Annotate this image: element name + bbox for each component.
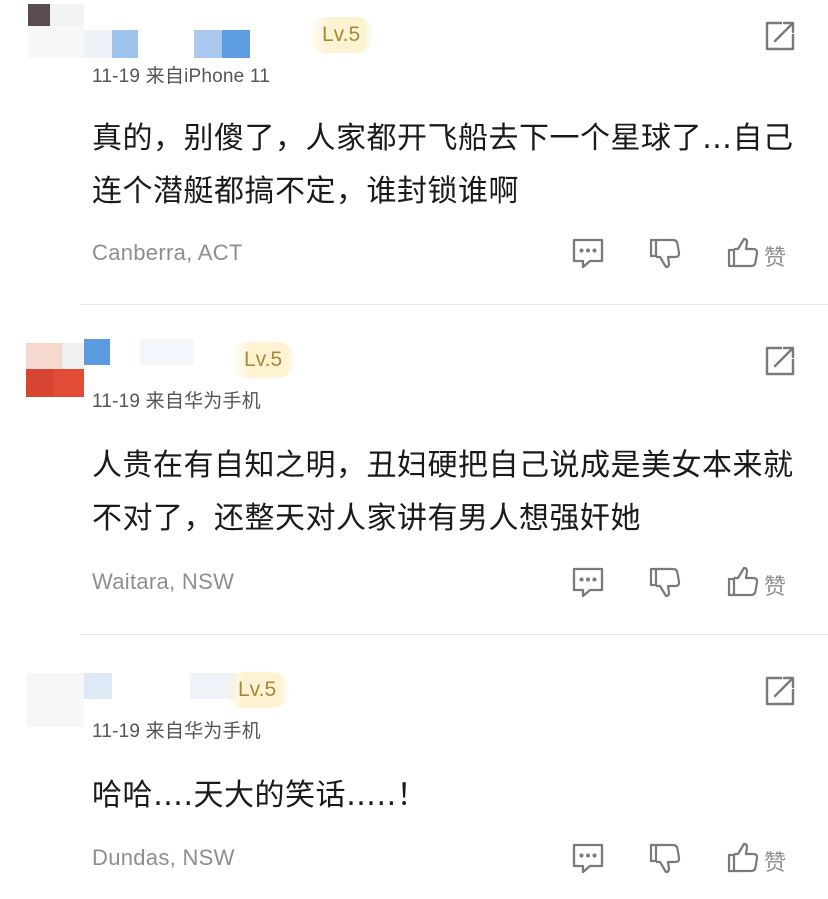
reply-button[interactable] [570, 236, 606, 270]
dislike-button[interactable] [648, 841, 682, 875]
comment-meta: 11-19 来自华为手机 [92, 721, 261, 742]
comment-location: Canberra, ACT [92, 240, 243, 265]
thumbs-up-icon [727, 842, 759, 873]
thumbs-down-icon [649, 567, 681, 598]
like-button[interactable]: 赞 [726, 236, 790, 271]
comment-text: 真的，别傻了，人家都开飞船去下一个星球了…自己连个潜艇都搞不定，谁封锁谁啊 [92, 121, 794, 209]
comment-location: Waitara, NSW [92, 569, 235, 594]
like-button[interactable]: 赞 [726, 565, 790, 600]
comment-icon [572, 567, 604, 598]
share-icon[interactable] [762, 343, 798, 379]
thumbs-up-icon [727, 237, 759, 268]
thumbs-down-icon [649, 238, 681, 269]
reply-button[interactable] [570, 841, 606, 875]
level-badge: Lv.5 [230, 342, 297, 378]
like-button[interactable]: 赞 [726, 841, 790, 876]
level-badge: Lv.5 [308, 17, 375, 53]
comment-icon [572, 238, 604, 269]
avatar[interactable] [22, 669, 84, 731]
comment-item: Lv.5 11-19 来自iPhone 11 真的，别傻了，人家都开飞船去下一个… [0, 0, 828, 305]
avatar[interactable] [22, 0, 84, 62]
dislike-button[interactable] [648, 565, 682, 599]
like-label: 赞 [764, 851, 787, 876]
share-icon[interactable] [762, 673, 798, 709]
like-label: 赞 [764, 575, 787, 600]
dislike-button[interactable] [648, 236, 682, 270]
avatar[interactable] [22, 339, 84, 401]
thumbs-up-icon [727, 566, 759, 597]
thumbs-down-icon [649, 843, 681, 874]
level-badge: Lv.5 [224, 672, 291, 708]
comment-item: Lv.5 11-19 来自华为手机 哈哈….天大的笑话…..！ Dundas, … [0, 635, 828, 899]
comment-meta: 11-19 来自iPhone 11 [92, 66, 271, 87]
comment-text: 哈哈….天大的笑话…..！ [92, 778, 428, 813]
comment-meta: 11-19 来自华为手机 [92, 391, 261, 412]
reply-button[interactable] [570, 565, 606, 599]
comment-text: 人贵在有自知之明，丑妇硬把自己说成是美女本来就不对了，还整天对人家讲有男人想强奸… [92, 448, 794, 536]
share-icon[interactable] [762, 18, 798, 54]
username[interactable] [84, 30, 324, 58]
comment-item: Lv.5 11-19 来自华为手机 人贵在有自知之明，丑妇硬把自己说成是美女本来… [0, 305, 828, 635]
comment-icon [572, 843, 604, 874]
like-label: 赞 [764, 246, 787, 271]
comment-location: Dundas, NSW [92, 845, 235, 870]
